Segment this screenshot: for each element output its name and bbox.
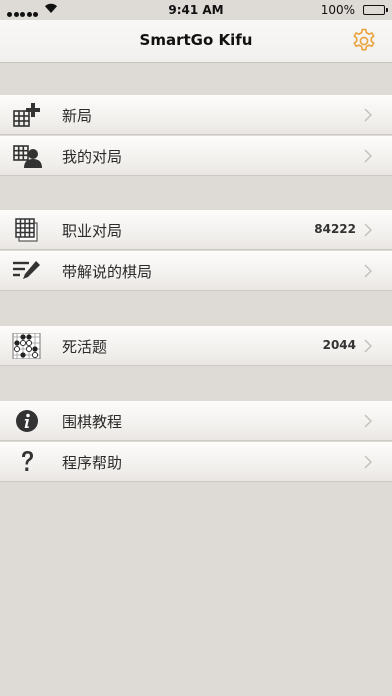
menu-label-tutorial: 围棋教程 bbox=[62, 413, 123, 431]
menu-label-my-games: 我的对局 bbox=[62, 148, 123, 166]
info-icon bbox=[16, 410, 38, 432]
menu-label-pro-games: 职业对局 bbox=[62, 222, 123, 240]
battery-percentage: 100% bbox=[320, 3, 355, 17]
menu-item-commented-games[interactable]: 带解说的棋局 bbox=[0, 251, 392, 291]
go-problem-icon bbox=[12, 333, 41, 359]
menu-item-pro-games[interactable]: 职业对局 84222 bbox=[0, 210, 392, 250]
pro-games-count: 84222 bbox=[314, 222, 356, 236]
edit-list-icon bbox=[13, 261, 40, 279]
menu-label-help: 程序帮助 bbox=[62, 454, 123, 472]
status-bar: 9:41 AM 100% bbox=[0, 0, 392, 20]
menu-label-problems: 死活题 bbox=[62, 338, 108, 356]
menu-label-new-game: 新局 bbox=[62, 107, 93, 125]
menu-item-tutorial[interactable]: 围棋教程 bbox=[0, 401, 392, 441]
menu-label-commented-games: 带解说的棋局 bbox=[62, 263, 153, 281]
chevron-right-icon bbox=[364, 264, 372, 278]
menu-item-problems[interactable]: 死活题 2044 bbox=[0, 326, 392, 366]
chevron-right-icon bbox=[364, 414, 372, 428]
chevron-right-icon bbox=[364, 455, 372, 469]
menu-item-help[interactable]: 程序帮助 bbox=[0, 442, 392, 482]
page-title: SmartGo Kifu bbox=[139, 31, 253, 49]
chevron-right-icon bbox=[364, 149, 372, 163]
menu-item-my-games[interactable]: 我的对局 bbox=[0, 136, 392, 176]
board-person-icon bbox=[13, 145, 42, 168]
chevron-right-icon bbox=[364, 108, 372, 122]
new-board-icon bbox=[13, 103, 40, 127]
chevron-right-icon bbox=[364, 339, 372, 353]
problems-count: 2044 bbox=[322, 338, 356, 352]
grid-stack-icon bbox=[15, 218, 38, 242]
question-icon bbox=[22, 451, 33, 471]
battery-icon bbox=[363, 5, 388, 15]
menu-item-new-game[interactable]: 新局 bbox=[0, 95, 392, 135]
chevron-right-icon bbox=[364, 223, 372, 237]
navigation-bar: SmartGo Kifu bbox=[0, 20, 392, 63]
gear-icon[interactable] bbox=[350, 27, 378, 55]
